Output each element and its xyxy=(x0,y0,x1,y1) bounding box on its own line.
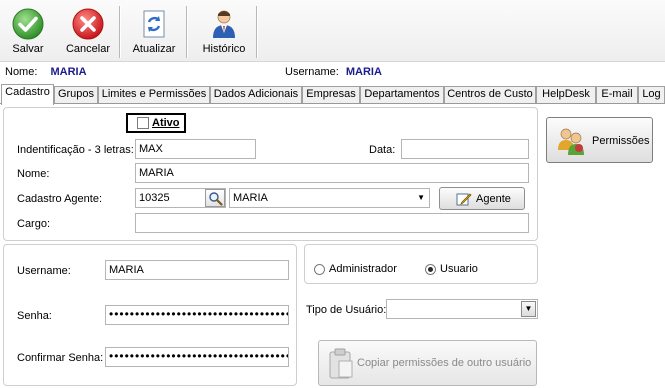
tab-log[interactable]: Log xyxy=(638,86,665,103)
tab-centros-de-custo[interactable]: Centros de Custo xyxy=(444,86,536,103)
refresh-label: Atualizar xyxy=(132,43,176,55)
save-label: Salvar xyxy=(12,43,44,55)
agente-name-select[interactable]: MARIA ▼ xyxy=(229,188,430,208)
data-label: Data: xyxy=(369,144,396,156)
tab-email[interactable]: E-mail xyxy=(596,86,638,103)
data-field[interactable] xyxy=(401,139,529,159)
user-history-icon xyxy=(213,10,235,38)
toolbar-separator xyxy=(186,6,188,58)
nome-label: Nome: xyxy=(17,168,50,180)
tab-cadastro[interactable]: Cadastro xyxy=(1,84,54,105)
identificacao-field[interactable]: MAX xyxy=(135,139,256,159)
cancel-icon xyxy=(72,8,104,40)
cancel-label: Cancelar xyxy=(65,43,111,55)
confirmar-senha-field[interactable]: •••••••••••••••••••••••••••••••••••••••• xyxy=(105,347,289,367)
info-username-label: Username: xyxy=(285,66,339,78)
nome-field[interactable]: MARIA xyxy=(135,163,529,183)
agente-button-label: Agente xyxy=(476,193,511,205)
usuario-radio[interactable] xyxy=(425,264,436,275)
refresh-icon xyxy=(143,10,165,38)
agente-search-button[interactable] xyxy=(205,189,225,207)
agente-button[interactable]: Agente xyxy=(439,187,525,210)
info-name-value: MARIA xyxy=(50,66,87,78)
permissoes-button[interactable]: Permissões xyxy=(546,117,653,163)
copiar-permissoes-button[interactable]: Copiar permissões de outro usuário xyxy=(318,340,537,386)
tipo-usuario-label: Tipo de Usuário: xyxy=(306,304,387,316)
username-field[interactable]: MARIA xyxy=(105,260,289,280)
tab-empresas[interactable]: Empresas xyxy=(302,86,360,103)
identificacao-label: Indentificação - 3 letras: xyxy=(17,144,134,156)
administrador-radio[interactable] xyxy=(314,264,325,275)
tab-grupos[interactable]: Grupos xyxy=(54,86,98,103)
info-username: Username: MARIA xyxy=(285,66,382,78)
magnifier-icon xyxy=(209,192,223,206)
cargo-field[interactable] xyxy=(135,213,529,233)
checkmark-icon xyxy=(12,8,44,40)
clipboard-icon xyxy=(329,348,353,379)
edit-pencil-icon xyxy=(456,193,472,206)
cadastro-agente-label: Cadastro Agente: xyxy=(17,193,103,205)
toolbar-separator xyxy=(256,6,258,58)
senha-label: Senha: xyxy=(17,310,52,322)
history-button[interactable]: Histórico xyxy=(196,2,252,60)
usuario-label: Usuario xyxy=(440,263,478,275)
refresh-button[interactable]: Atualizar xyxy=(126,2,182,60)
tab-dados-adicionais[interactable]: Dados Adicionais xyxy=(210,86,302,103)
ativo-checkbox[interactable]: Ativo xyxy=(126,113,186,133)
copiar-permissoes-label: Copiar permissões de outro usuário xyxy=(357,357,532,369)
save-button[interactable]: Salvar xyxy=(4,2,52,60)
toolbar-separator xyxy=(119,6,121,58)
info-name: Nome: MARIA xyxy=(5,66,87,78)
administrador-label: Administrador xyxy=(329,263,397,275)
agente-name-value: MARIA xyxy=(233,192,268,204)
tab-helpdesk[interactable]: HelpDesk xyxy=(536,86,596,103)
history-label: Histórico xyxy=(202,43,246,55)
confirmar-senha-label: Confirmar Senha: xyxy=(17,352,104,364)
users-permissions-icon xyxy=(558,128,584,155)
ativo-label: Ativo xyxy=(152,117,180,129)
tipo-usuario-select[interactable]: ▼ xyxy=(386,299,538,319)
tab-limites-permissoes[interactable]: Limites e Permissões xyxy=(98,86,210,103)
senha-field[interactable]: •••••••••••••••••••••••••••••••••••••••• xyxy=(105,305,289,325)
info-username-value: MARIA xyxy=(345,66,382,78)
tab-departamentos[interactable]: Departamentos xyxy=(360,86,444,103)
chevron-down-icon: ▼ xyxy=(417,193,425,202)
permissoes-label: Permissões xyxy=(592,135,650,147)
ativo-check-box[interactable] xyxy=(137,117,149,129)
info-name-label: Nome: xyxy=(5,66,38,78)
username-label: Username: xyxy=(17,265,71,277)
cargo-label: Cargo: xyxy=(17,218,51,230)
chevron-down-icon[interactable]: ▼ xyxy=(521,301,536,317)
cancel-button[interactable]: Cancelar xyxy=(60,2,116,60)
